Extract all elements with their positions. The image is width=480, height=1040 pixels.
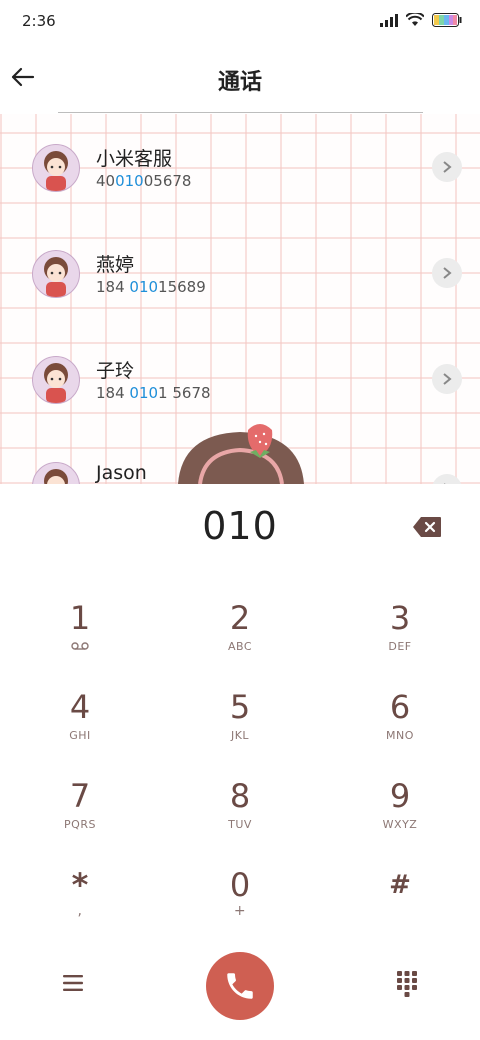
chevron-right-icon	[443, 161, 452, 173]
chevron-right-icon	[443, 267, 452, 279]
avatar	[32, 462, 80, 484]
key-3[interactable]: 3 DEF	[340, 600, 460, 680]
delete-icon[interactable]	[412, 516, 442, 538]
status-icons	[380, 13, 462, 27]
dialed-number: 010	[202, 504, 278, 548]
key-8[interactable]: 8 TUV	[180, 778, 300, 858]
keypad-icon[interactable]	[396, 970, 418, 998]
key-1[interactable]: 1	[20, 600, 140, 680]
wifi-icon	[406, 13, 424, 26]
avatar	[32, 356, 80, 404]
key-6[interactable]: 6 MNO	[340, 689, 460, 769]
avatar	[32, 144, 80, 192]
key-hash[interactable]: #	[340, 867, 460, 947]
chevron-right-icon	[443, 373, 452, 385]
status-bar: 2:36	[0, 0, 480, 44]
contact-number: 4001005678	[96, 172, 192, 190]
contact-detail-button[interactable]	[432, 258, 462, 288]
list-item[interactable]: 燕婷 184 01015689	[0, 220, 480, 326]
contact-detail-button[interactable]	[432, 364, 462, 394]
voicemail-icon	[71, 642, 89, 650]
key-9[interactable]: 9 WXYZ	[340, 778, 460, 858]
contact-name: 子玲	[96, 360, 135, 382]
contact-list: 小米客服 4001005678 燕婷 184 01015689 子玲 184 0…	[0, 114, 480, 484]
dialer-panel: 010 1 2 ABC 3 DEF 4 GHI 5 JKL 6 MNO 7 PQ…	[0, 484, 480, 1040]
key-2[interactable]: 2 ABC	[180, 600, 300, 680]
phone-icon	[227, 973, 253, 999]
key-4[interactable]: 4 GHI	[20, 689, 140, 769]
contact-detail-button[interactable]	[432, 152, 462, 182]
list-item[interactable]: 子玲 184 0101 5678	[0, 326, 480, 432]
contact-name: 燕婷	[96, 254, 135, 276]
key-5[interactable]: 5 JKL	[180, 689, 300, 769]
divider	[58, 112, 423, 113]
menu-icon[interactable]	[62, 974, 84, 992]
status-time: 2:36	[22, 12, 56, 30]
strawberry-hat-decoration	[178, 424, 304, 484]
key-7[interactable]: 7 PQRS	[20, 778, 140, 858]
contact-name: 小米客服	[96, 148, 173, 170]
contact-number: 184 01015689	[96, 278, 206, 296]
contact-name: Jason	[96, 462, 147, 484]
key-0[interactable]: 0 +	[180, 867, 300, 947]
key-star[interactable]: * ,	[20, 867, 140, 947]
contact-number: 184 0101 5678	[96, 384, 211, 402]
header: 通话	[0, 44, 480, 114]
battery-icon	[432, 13, 462, 27]
list-item[interactable]: 小米客服 4001005678	[0, 114, 480, 220]
avatar	[32, 250, 80, 298]
contact-detail-button[interactable]	[432, 474, 462, 484]
signal-icon	[380, 13, 398, 27]
call-button[interactable]	[206, 952, 274, 1020]
page-title: 通话	[217, 70, 262, 95]
